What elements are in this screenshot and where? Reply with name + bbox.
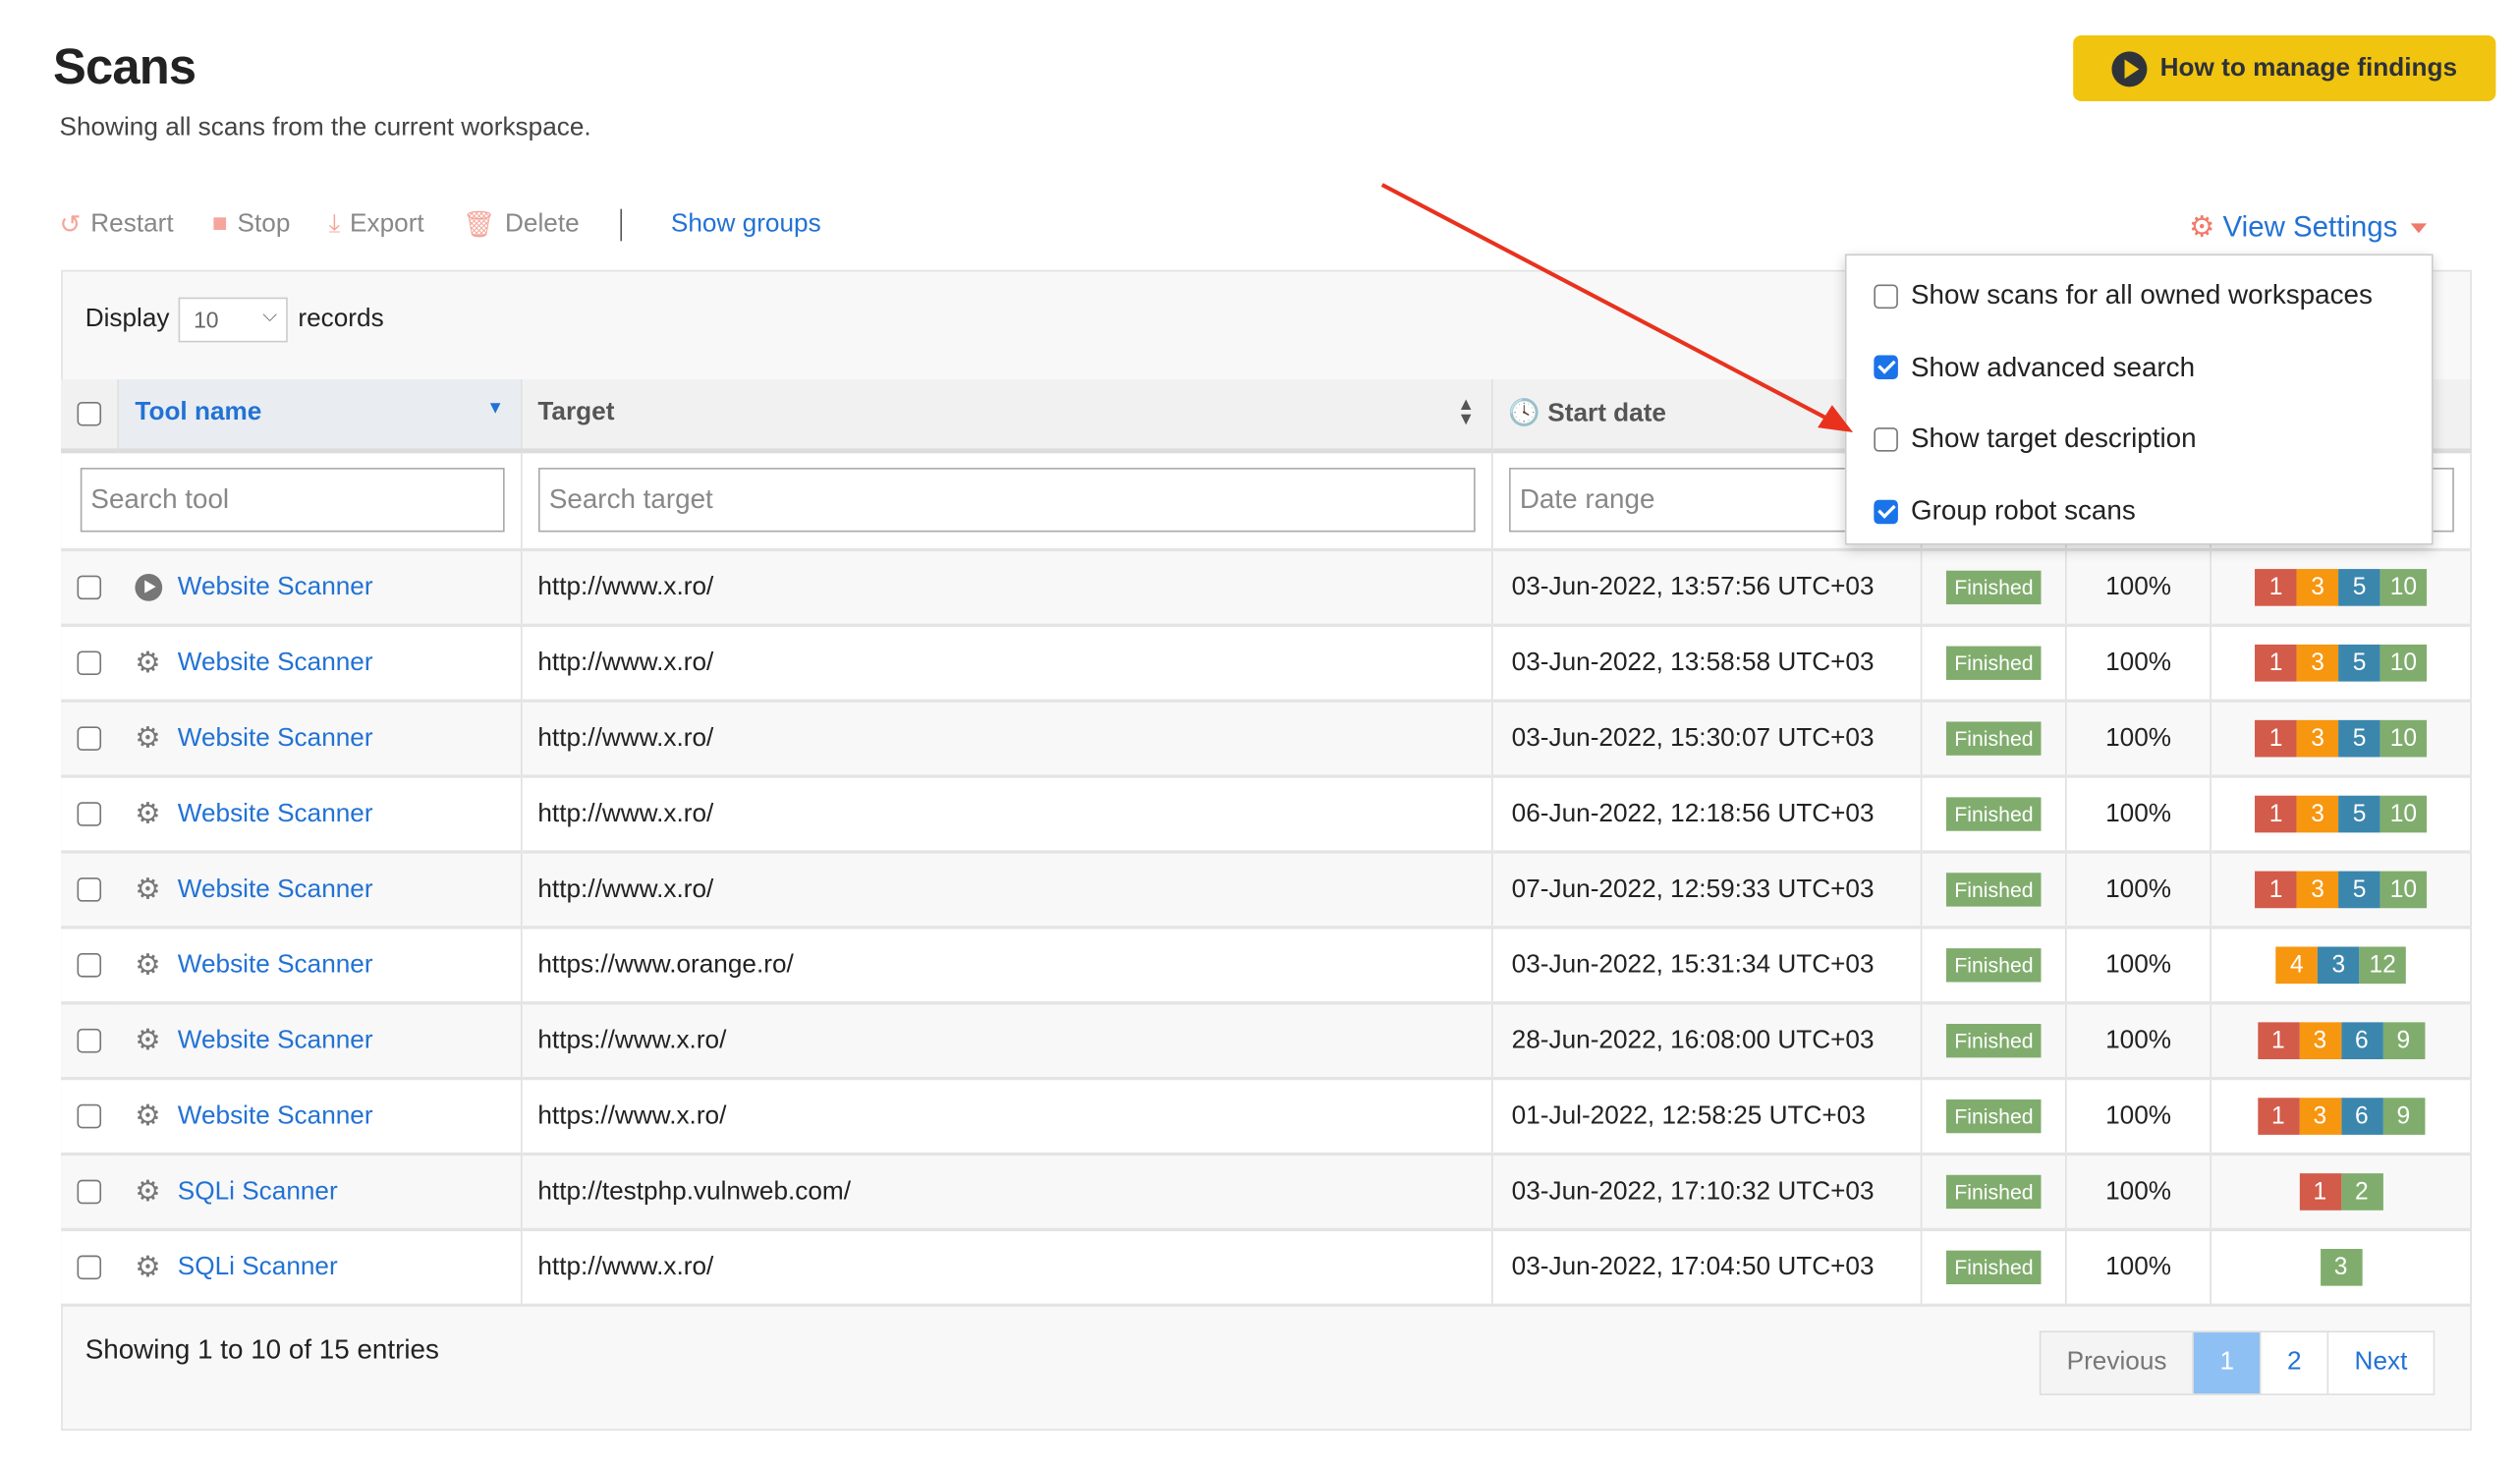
annotation-arrow <box>1380 183 1854 433</box>
scans-page: Scans Showing all scans from the current… <box>0 0 2520 1467</box>
